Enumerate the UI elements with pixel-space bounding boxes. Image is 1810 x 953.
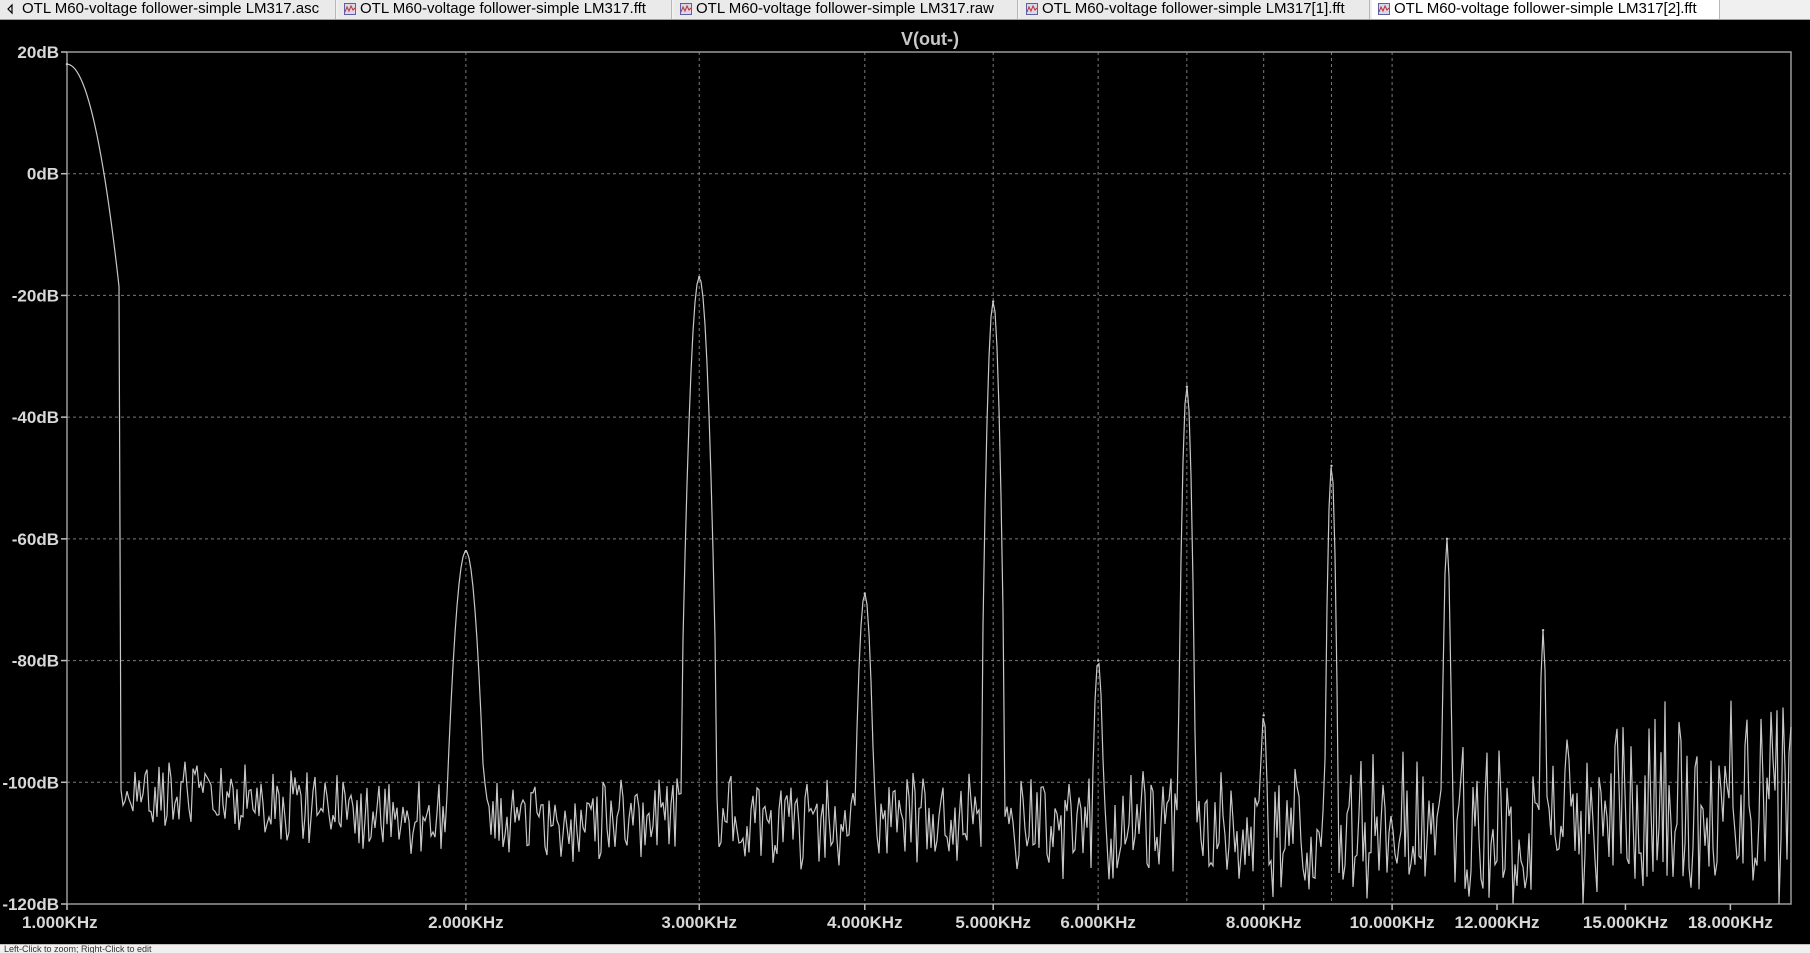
x-tick-label: 3.000KHz <box>661 913 737 932</box>
tab-raw[interactable]: OTL M60-voltage follower-simple LM317.ra… <box>674 0 1018 19</box>
chart-title[interactable]: V(out-) <box>901 29 959 49</box>
waveform-icon <box>344 3 356 15</box>
y-tick-label: -100dB <box>2 773 59 792</box>
axes <box>61 51 1792 910</box>
status-bar: Left-Click to zoom; Right-Click to edit <box>0 944 1810 953</box>
y-tick-label: -60dB <box>12 530 59 549</box>
fft-plot[interactable]: V(out-) 20dB 0dB -20dB -40dB -60dB -80dB -100d… <box>0 20 1810 944</box>
y-tick-label: -40dB <box>12 408 59 427</box>
x-tick-label: 8.000KHz <box>1226 913 1302 932</box>
y-tick-label: 0dB <box>27 165 59 184</box>
trace-v-out <box>66 63 1792 905</box>
y-tick-label: -20dB <box>12 286 59 305</box>
harmonic-peak <box>1330 464 1333 468</box>
waveform-icon <box>680 3 692 15</box>
waveform-icon <box>1378 3 1390 15</box>
y-tick-label: -120dB <box>2 895 59 914</box>
tab-fft-1[interactable]: OTL M60-voltage follower-simple LM317[1]… <box>1020 0 1370 19</box>
y-tick-label: 20dB <box>17 43 59 62</box>
trace-layer <box>65 62 1792 905</box>
schematic-icon <box>7 3 13 15</box>
x-tick-label: 6.000KHz <box>1060 913 1136 932</box>
harmonic-peak <box>1541 628 1545 632</box>
tab-bar: OTL M60-voltage follower-simple LM317.as… <box>0 0 1810 20</box>
tab-label: OTL M60-voltage follower-simple LM317.ff… <box>360 0 646 17</box>
harmonic-peak <box>1262 714 1265 717</box>
harmonic-peak <box>1096 659 1100 662</box>
tab-label: OTL M60-voltage follower-simple LM317.ra… <box>696 0 994 17</box>
harmonic-peak <box>1445 537 1449 541</box>
fundamental-peak <box>65 62 69 66</box>
harmonic-peak <box>464 549 468 553</box>
tab-fft[interactable]: OTL M60-voltage follower-simple LM317.ff… <box>338 0 672 19</box>
harmonic-peak <box>863 592 866 595</box>
harmonic-peak <box>698 275 701 279</box>
tab-fft-2[interactable]: OTL M60-voltage follower-simple LM317[2]… <box>1372 0 1720 19</box>
status-text: Left-Click to zoom; Right-Click to edit <box>4 944 152 953</box>
x-tick-label: 10.000KHz <box>1350 913 1435 932</box>
tab-schematic-asc[interactable]: OTL M60-voltage follower-simple LM317.as… <box>0 0 336 19</box>
harmonic-peak <box>992 300 995 303</box>
x-tick-label: 1.000KHz <box>22 913 98 932</box>
harmonic-peak <box>1185 385 1189 388</box>
y-tick-label: -80dB <box>12 652 59 671</box>
tab-label: OTL M60-voltage follower-simple LM317[2]… <box>1394 0 1697 17</box>
x-tick-label: 12.000KHz <box>1454 913 1539 932</box>
tab-label: OTL M60-voltage follower-simple LM317[1]… <box>1042 0 1345 17</box>
x-tick-label: 2.000KHz <box>428 913 504 932</box>
x-tick-label: 5.000KHz <box>955 913 1031 932</box>
tab-label: OTL M60-voltage follower-simple LM317.as… <box>22 0 320 17</box>
waveform-icon <box>1026 3 1038 15</box>
x-tick-label: 15.000KHz <box>1583 913 1668 932</box>
grid <box>66 51 1792 905</box>
x-tick-label: 18.000KHz <box>1688 913 1773 932</box>
x-tick-label: 4.000KHz <box>827 913 903 932</box>
plot-frame <box>66 51 1792 905</box>
